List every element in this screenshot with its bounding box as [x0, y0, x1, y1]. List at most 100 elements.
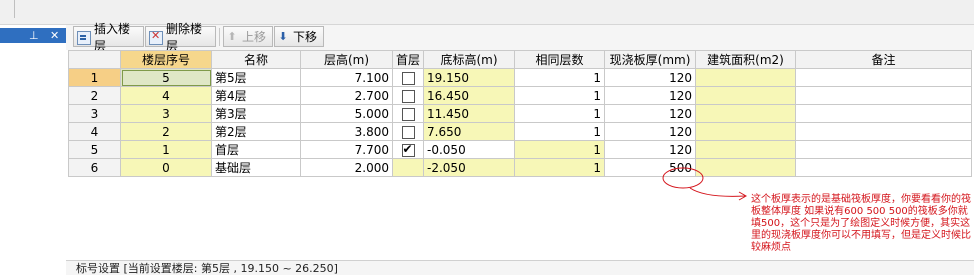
close-icon[interactable]: ✕	[50, 28, 59, 43]
cell-slab-thickness[interactable]: 120	[604, 140, 697, 159]
header-same-count[interactable]: 相同层数	[514, 50, 606, 69]
cell-same-count[interactable]: 1	[514, 68, 606, 87]
table-header-row: 楼层序号 名称 层高(m) 首层 底标高(m) 相同层数 现浇板厚(mm) 建筑…	[68, 50, 973, 69]
arrow-up-icon: ⬆	[227, 30, 237, 43]
top-strip	[0, 0, 974, 25]
table-row[interactable]: 1 5 第5层 7.100 19.150 1 120	[68, 68, 973, 87]
header-area[interactable]: 建筑面积(m2)	[695, 50, 797, 69]
toolbar: 插入楼层 删除楼层 ⬆ 上移 ⬇ 下移	[66, 22, 974, 53]
cell-floor-seq[interactable]: 1	[120, 140, 212, 159]
table-row[interactable]: 2 4 第4层 2.700 16.450 1 120	[68, 86, 973, 105]
cell-area[interactable]	[695, 158, 797, 177]
cell-name[interactable]: 基础层	[211, 158, 301, 177]
cell-height[interactable]: 2.000	[300, 158, 393, 177]
cell-height[interactable]: 5.000	[300, 104, 393, 123]
cell-first-floor[interactable]	[391, 86, 425, 105]
cell-same-count[interactable]: 1	[514, 122, 606, 141]
cell-area[interactable]	[695, 140, 797, 159]
table-row[interactable]: 5 1 首层 7.700 -0.050 1 120	[68, 140, 973, 159]
header-rownum	[68, 50, 121, 69]
cell-area[interactable]	[695, 68, 797, 87]
cell-floor-seq[interactable]: 3	[120, 104, 212, 123]
floor-setting-text: 标号设置 [当前设置楼层: 第5层 , 19.150 ~ 26.250]	[76, 262, 338, 275]
row-number[interactable]: 5	[68, 140, 121, 159]
first-floor-checkbox[interactable]	[401, 107, 415, 121]
cell-height[interactable]: 7.100	[300, 68, 393, 87]
move-up-label: 上移	[242, 30, 267, 44]
cell-note[interactable]	[795, 158, 973, 177]
header-height[interactable]: 层高(m)	[300, 50, 393, 69]
delete-floor-button[interactable]: 删除楼层	[145, 22, 216, 53]
cell-base-elev[interactable]: -0.050	[423, 140, 516, 159]
insert-floor-label: 插入楼层	[94, 21, 131, 53]
cell-first-floor[interactable]	[391, 104, 425, 123]
cell-area[interactable]	[695, 86, 797, 105]
row-number[interactable]: 2	[68, 86, 121, 105]
cell-name[interactable]: 首层	[211, 140, 301, 159]
cell-floor-seq[interactable]: 2	[120, 122, 212, 141]
cell-first-floor[interactable]	[391, 158, 425, 177]
cell-slab-thickness[interactable]: 120	[604, 122, 697, 141]
move-up-button[interactable]: ⬆ 上移	[223, 26, 273, 47]
first-floor-checkbox-checked[interactable]	[401, 142, 415, 157]
row-number[interactable]: 4	[68, 122, 121, 141]
cell-same-count[interactable]: 1	[514, 104, 606, 123]
arrow-down-icon: ⬇	[278, 30, 288, 43]
cell-floor-seq[interactable]: 0	[120, 158, 212, 177]
pin-icon[interactable]: ⊥	[29, 28, 39, 43]
cell-slab-thickness[interactable]: 120	[604, 86, 697, 105]
cell-height[interactable]: 2.700	[300, 86, 393, 105]
cell-base-elev[interactable]: 7.650	[423, 122, 516, 141]
cell-floor-seq[interactable]: 5	[120, 68, 212, 87]
cell-first-floor[interactable]	[391, 68, 425, 87]
table-row[interactable]: 4 2 第2层 3.800 7.650 1 120	[68, 122, 973, 141]
cell-height[interactable]: 3.800	[300, 122, 393, 141]
cell-base-elev[interactable]: 19.150	[423, 68, 516, 87]
cell-note[interactable]	[795, 140, 973, 159]
row-number[interactable]: 1	[68, 68, 121, 87]
header-base-elev[interactable]: 底标高(m)	[423, 50, 516, 69]
cell-base-elev[interactable]: 16.450	[423, 86, 516, 105]
move-down-button[interactable]: ⬇ 下移	[274, 26, 324, 47]
cell-height[interactable]: 7.700	[300, 140, 393, 159]
floor-setting-bar: 标号设置 [当前设置楼层: 第5层 , 19.150 ~ 26.250]	[66, 260, 974, 275]
cell-base-elev[interactable]: 11.450	[423, 104, 516, 123]
floor-table: 楼层序号 名称 层高(m) 首层 底标高(m) 相同层数 现浇板厚(mm) 建筑…	[68, 50, 973, 177]
cell-note[interactable]	[795, 104, 973, 123]
header-slab-thickness[interactable]: 现浇板厚(mm)	[604, 50, 697, 69]
row-number[interactable]: 3	[68, 104, 121, 123]
cell-first-floor[interactable]	[391, 122, 425, 141]
cell-slab-thickness[interactable]: 120	[604, 68, 697, 87]
cell-name[interactable]: 第2层	[211, 122, 301, 141]
cell-name[interactable]: 第5层	[211, 68, 301, 87]
table-row[interactable]: 3 3 第3层 5.000 11.450 1 120	[68, 104, 973, 123]
cell-same-count[interactable]: 1	[514, 158, 606, 177]
header-floor-seq[interactable]: 楼层序号	[120, 50, 212, 69]
header-name[interactable]: 名称	[211, 50, 301, 69]
cell-slab-thickness[interactable]: 500	[604, 158, 697, 177]
cell-base-elev[interactable]: -2.050	[423, 158, 516, 177]
cell-area[interactable]	[695, 104, 797, 123]
cell-same-count[interactable]: 1	[514, 86, 606, 105]
first-floor-checkbox[interactable]	[401, 71, 415, 85]
delete-row-icon	[148, 29, 163, 45]
cell-floor-seq[interactable]: 4	[120, 86, 212, 105]
first-floor-checkbox[interactable]	[401, 89, 415, 103]
cell-area[interactable]	[695, 122, 797, 141]
left-panel: ⊥ ✕	[0, 25, 67, 274]
cell-name[interactable]: 第3层	[211, 104, 301, 123]
cell-note[interactable]	[795, 86, 973, 105]
cell-note[interactable]	[795, 122, 973, 141]
cell-same-count[interactable]: 1	[514, 140, 606, 159]
first-floor-checkbox[interactable]	[401, 125, 415, 139]
header-note[interactable]: 备注	[795, 50, 973, 69]
delete-floor-label: 删除楼层	[166, 21, 203, 53]
cell-slab-thickness[interactable]: 120	[604, 104, 697, 123]
row-number[interactable]: 6	[68, 158, 121, 177]
cell-note[interactable]	[795, 68, 973, 87]
header-first-floor[interactable]: 首层	[391, 50, 425, 69]
cell-first-floor[interactable]	[391, 140, 425, 159]
insert-floor-button[interactable]: 插入楼层	[73, 22, 144, 53]
cell-name[interactable]: 第4层	[211, 86, 301, 105]
table-row[interactable]: 6 0 基础层 2.000 -2.050 1 500	[68, 158, 973, 177]
